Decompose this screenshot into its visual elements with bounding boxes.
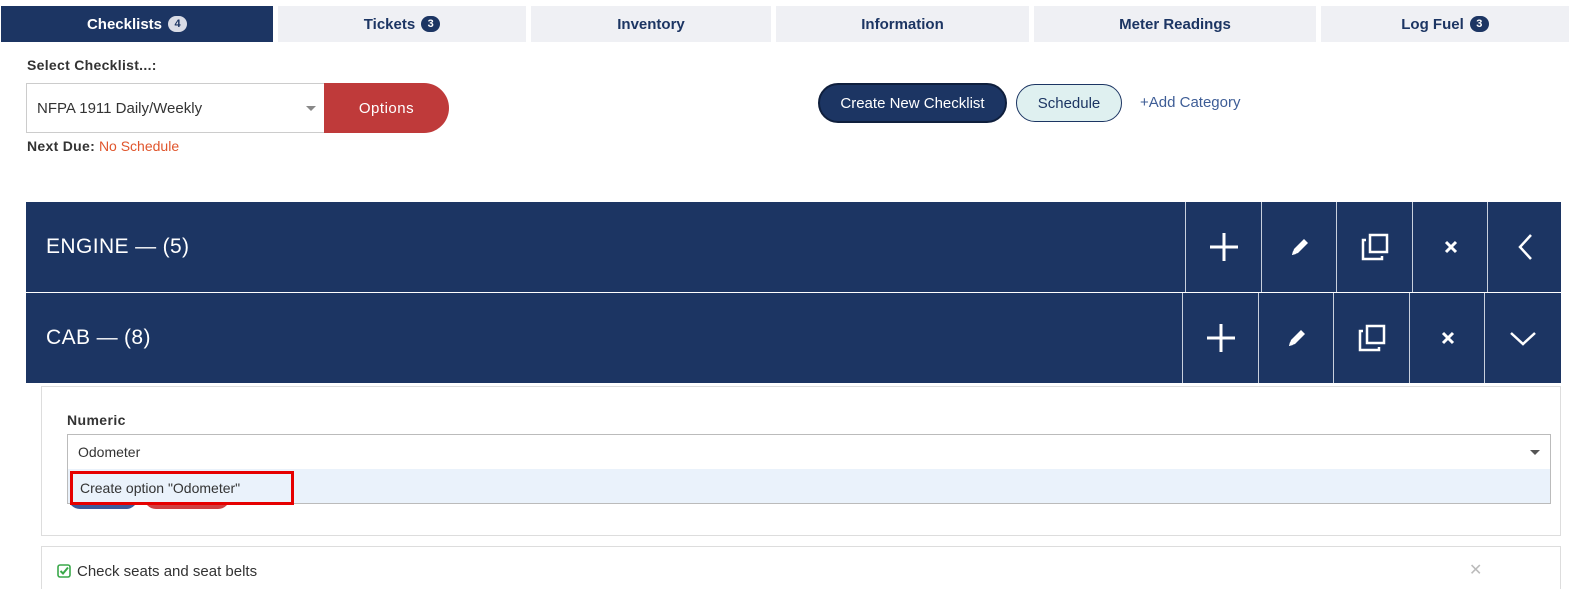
next-due: Next Due: No Schedule xyxy=(27,138,179,154)
add-item-button[interactable] xyxy=(1182,293,1258,383)
caret-down-icon xyxy=(1530,450,1540,455)
close-icon xyxy=(1444,240,1457,254)
category-title: CAB — (8) xyxy=(46,293,151,383)
tab-label: Inventory xyxy=(617,15,685,33)
tab-log-fuel[interactable]: Log Fuel 3 xyxy=(1321,6,1569,42)
copy-category-button[interactable] xyxy=(1336,202,1412,292)
category-count: (8) xyxy=(124,326,151,349)
tab-badge: 3 xyxy=(421,16,441,32)
remove-item-icon[interactable]: ✕ xyxy=(1469,560,1482,580)
select-checklist-label: Select Checklist...: xyxy=(27,57,157,73)
tab-inventory[interactable]: Inventory xyxy=(531,6,771,42)
edit-category-button[interactable] xyxy=(1261,202,1337,292)
add-item-button[interactable] xyxy=(1185,202,1261,292)
next-due-label: Next Due: xyxy=(27,138,96,154)
pencil-icon xyxy=(1288,330,1305,346)
create-new-checklist-button[interactable]: Create New Checklist xyxy=(818,83,1007,123)
new-item-panel: Numeric Odometer Create option "Odometer… xyxy=(41,386,1561,536)
checklist-select[interactable]: NFPA 1911 Daily/Weekly xyxy=(26,83,326,133)
plus-icon xyxy=(1206,324,1235,352)
options-button[interactable]: Options xyxy=(324,83,449,133)
create-option-item[interactable]: Create option "Odometer" xyxy=(70,471,294,505)
tab-label: Meter Readings xyxy=(1119,15,1231,33)
checklist-select-value: NFPA 1911 Daily/Weekly xyxy=(37,99,203,117)
category-bar-cab[interactable]: CAB — (8) xyxy=(26,293,1561,383)
category-name: ENGINE — xyxy=(46,235,157,258)
plus-icon xyxy=(1209,233,1238,261)
tab-label: Tickets xyxy=(363,15,416,33)
chevron-down-icon xyxy=(1509,332,1536,346)
chevron-left-icon xyxy=(1517,234,1532,260)
tab-checklists[interactable]: Checklists 4 xyxy=(1,6,273,42)
collapse-toggle-button[interactable] xyxy=(1487,202,1563,292)
edit-category-button[interactable] xyxy=(1258,293,1334,383)
caret-down-icon xyxy=(306,106,316,111)
pencil-icon xyxy=(1291,239,1308,255)
tab-badge: 3 xyxy=(1469,16,1489,32)
category-title: ENGINE — (5) xyxy=(46,202,189,292)
checklist-item: Check seats and seat belts ✕ xyxy=(41,546,1561,589)
close-icon xyxy=(1441,331,1454,345)
category-bar-engine[interactable]: ENGINE — (5) xyxy=(26,202,1561,292)
delete-category-button[interactable] xyxy=(1409,293,1485,383)
item-name-input[interactable]: Odometer xyxy=(67,434,1551,470)
checklist-item-text: Check seats and seat belts xyxy=(77,563,258,580)
option-dropdown: Create option "Odometer" xyxy=(67,469,1551,505)
schedule-button[interactable]: Schedule xyxy=(1016,84,1122,122)
add-category-link[interactable]: +Add Category xyxy=(1140,94,1240,111)
field-type-label: Numeric xyxy=(67,412,126,428)
tab-meter-readings[interactable]: Meter Readings xyxy=(1034,6,1316,42)
copy-icon xyxy=(1358,324,1385,352)
category-count: (5) xyxy=(162,235,190,258)
copy-icon xyxy=(1361,233,1388,261)
check-square-icon xyxy=(57,564,71,578)
tab-information[interactable]: Information xyxy=(776,6,1029,42)
tab-bar: Checklists 4 Tickets 3 Inventory Informa… xyxy=(0,6,1569,42)
tab-tickets[interactable]: Tickets 3 xyxy=(278,6,526,42)
tab-label: Log Fuel xyxy=(1401,15,1464,33)
copy-category-button[interactable] xyxy=(1333,293,1409,383)
item-name-value: Odometer xyxy=(78,444,141,460)
next-due-value: No Schedule xyxy=(98,138,180,154)
tab-label: Checklists xyxy=(86,15,163,33)
tab-badge: 4 xyxy=(168,16,188,32)
collapse-toggle-button[interactable] xyxy=(1484,293,1560,383)
delete-category-button[interactable] xyxy=(1412,202,1488,292)
tab-label: Information xyxy=(861,15,944,33)
category-name: CAB — xyxy=(46,326,119,349)
